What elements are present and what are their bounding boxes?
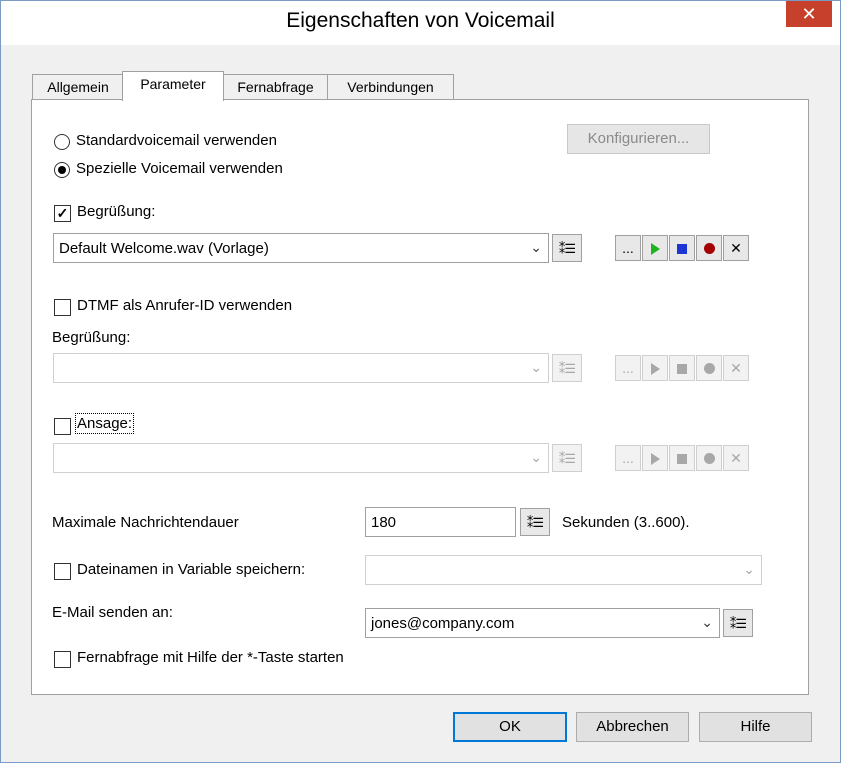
dtmf-delete-button[interactable]: ✕ — [723, 355, 749, 381]
variable-list-icon: ⁑☰ — [558, 242, 576, 257]
chevron-down-icon: ⌄ — [530, 359, 542, 375]
dtmf-label: DTMF als Anrufer-ID verwenden — [77, 297, 293, 314]
max-duration-value: 180 — [371, 514, 397, 531]
play-icon — [650, 363, 660, 375]
window-title: Eigenschaften von Voicemail — [286, 9, 555, 32]
chevron-down-icon: ⌄ — [530, 449, 542, 465]
remote-query-label: Fernabfrage mit Hilfe der *-Taste starte… — [77, 649, 344, 666]
record-icon — [703, 453, 715, 464]
greeting-variable-button[interactable]: ⁑☰ — [552, 234, 582, 262]
max-duration-label: Maximale Nachrichtendauer — [52, 514, 239, 531]
announcement-play-button[interactable] — [642, 445, 668, 471]
dtmf-browse-button[interactable]: ... — [615, 355, 641, 381]
announcement-stop-button[interactable] — [669, 445, 695, 471]
announcement-record-button[interactable] — [696, 445, 722, 471]
chevron-down-icon: ⌄ — [743, 561, 755, 577]
email-label: E-Mail senden an: — [52, 604, 173, 621]
greeting-browse-button[interactable]: ... — [615, 235, 641, 261]
delete-icon: ✕ — [730, 360, 742, 376]
announcement-variable-button[interactable]: ⁑☰ — [552, 444, 582, 472]
dtmf-checkbox[interactable] — [54, 299, 71, 316]
tab-allgemein[interactable]: Allgemein — [32, 74, 124, 100]
variable-list-icon: ⁑☰ — [558, 452, 576, 467]
variable-list-icon: ⁑☰ — [526, 516, 544, 531]
max-duration-input[interactable]: 180 — [365, 507, 516, 537]
delete-icon: ✕ — [730, 240, 742, 256]
greeting-stop-button[interactable] — [669, 235, 695, 261]
dtmf-variable-button[interactable]: ⁑☰ — [552, 354, 582, 382]
greeting-checkbox[interactable]: ✓ — [54, 205, 71, 222]
delete-icon: ✕ — [730, 450, 742, 466]
tab-fernabfrage[interactable]: Fernabfrage — [222, 74, 329, 100]
greeting-file-value: Default Welcome.wav (Vorlage) — [59, 240, 269, 257]
special-voicemail-label: Spezielle Voicemail verwenden — [76, 160, 283, 177]
configure-button[interactable]: Konfigurieren... — [567, 124, 710, 154]
announcement-browse-button[interactable]: ... — [615, 445, 641, 471]
dtmf-play-button[interactable] — [642, 355, 668, 381]
email-select[interactable]: jones@company.com ⌄ — [365, 608, 720, 638]
announcement-file-select[interactable]: ⌄ — [53, 443, 549, 473]
play-icon — [650, 243, 660, 255]
parameter-panel: Standardvoicemail verwenden Spezielle Vo… — [31, 99, 809, 695]
close-icon: ✕ — [801, 4, 817, 24]
stop-icon — [677, 364, 687, 374]
record-icon — [703, 363, 715, 374]
special-voicemail-radio[interactable] — [54, 162, 70, 178]
help-button[interactable]: Hilfe — [699, 712, 812, 742]
greeting-record-button[interactable] — [696, 235, 722, 261]
filename-variable-label: Dateinamen in Variable speichern: — [77, 561, 306, 578]
dtmf-greeting-label: Begrüßung: — [52, 329, 131, 346]
close-button[interactable]: ✕ — [786, 1, 832, 27]
greeting-delete-button[interactable]: ✕ — [723, 235, 749, 261]
announcement-delete-button[interactable]: ✕ — [723, 445, 749, 471]
standard-voicemail-radio[interactable] — [54, 134, 70, 150]
max-duration-unit: Sekunden (3..600). — [562, 514, 690, 531]
stop-icon — [677, 454, 687, 464]
max-duration-variable-button[interactable]: ⁑☰ — [520, 508, 550, 536]
ellipsis-icon: ... — [622, 450, 634, 466]
record-icon — [703, 243, 715, 254]
greeting-play-button[interactable] — [642, 235, 668, 261]
stop-icon — [677, 244, 687, 254]
announcement-checkbox[interactable] — [54, 418, 71, 435]
chevron-down-icon: ⌄ — [530, 239, 542, 255]
cancel-button[interactable]: Abbrechen — [576, 712, 689, 742]
greeting-file-select[interactable]: Default Welcome.wav (Vorlage) ⌄ — [53, 233, 549, 263]
standard-voicemail-label: Standardvoicemail verwenden — [76, 132, 277, 149]
variable-list-icon: ⁑☰ — [558, 362, 576, 377]
chevron-down-icon: ⌄ — [701, 614, 713, 630]
variable-list-icon: ⁑☰ — [729, 617, 747, 632]
ellipsis-icon: ... — [622, 360, 634, 376]
tab-verbindungen[interactable]: Verbindungen — [327, 74, 454, 100]
dtmf-record-button[interactable] — [696, 355, 722, 381]
greeting-label: Begrüßung: — [77, 203, 156, 220]
dtmf-stop-button[interactable] — [669, 355, 695, 381]
dtmf-greeting-file-select[interactable]: ⌄ — [53, 353, 549, 383]
ok-button[interactable]: OK — [453, 712, 567, 742]
filename-variable-select[interactable]: ⌄ — [365, 555, 762, 585]
email-variable-button[interactable]: ⁑☰ — [723, 609, 753, 637]
title-bar: Eigenschaften von Voicemail ✕ — [1, 1, 840, 45]
dialog-window: Eigenschaften von Voicemail ✕ Allgemein … — [0, 0, 841, 763]
remote-query-checkbox[interactable] — [54, 651, 71, 668]
email-value: jones@company.com — [371, 615, 515, 632]
announcement-label: Ansage: — [74, 413, 135, 434]
play-icon — [650, 453, 660, 465]
tab-parameter[interactable]: Parameter — [122, 71, 224, 101]
ellipsis-icon: ... — [622, 240, 634, 256]
dialog-body: Allgemein Parameter Fernabfrage Verbindu… — [1, 45, 840, 762]
filename-variable-checkbox[interactable] — [54, 563, 71, 580]
